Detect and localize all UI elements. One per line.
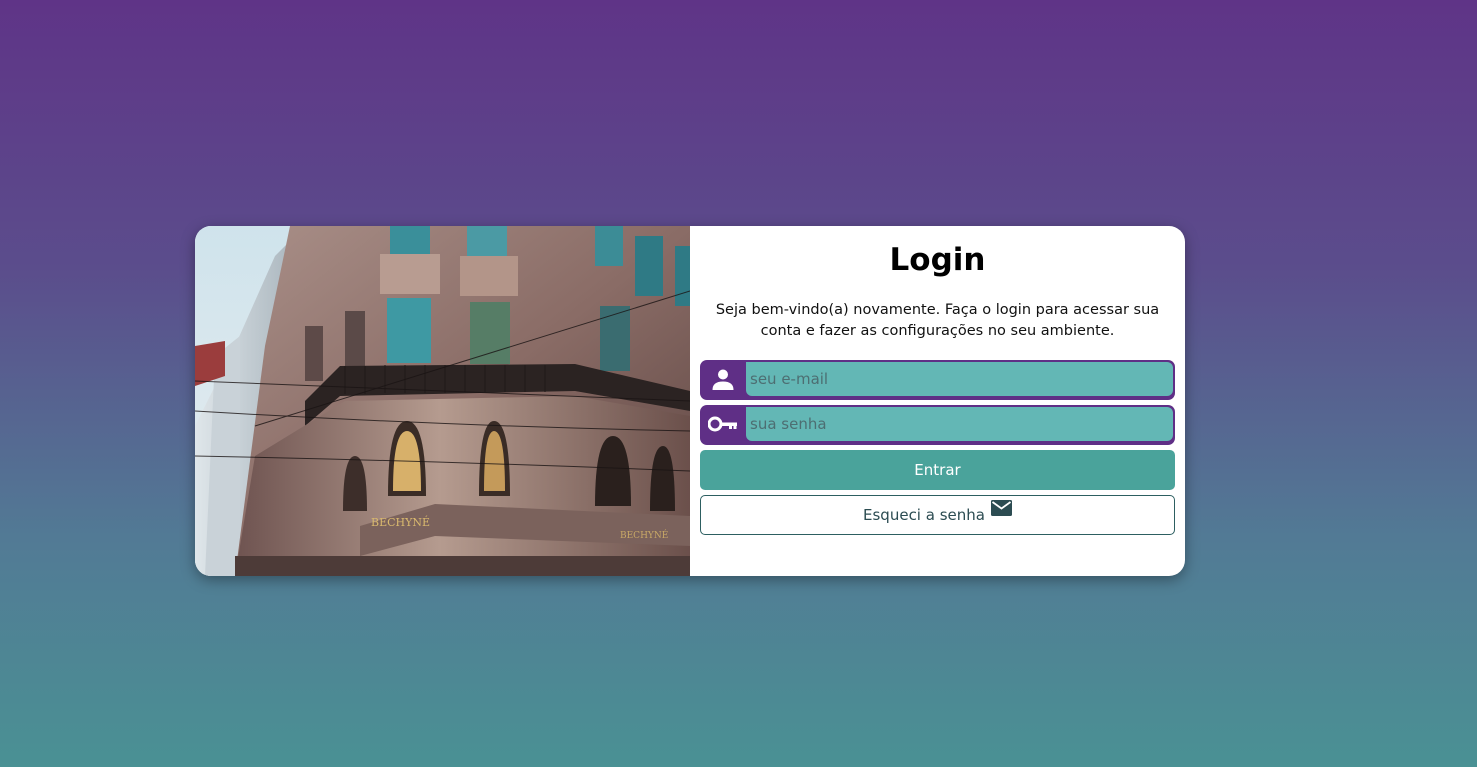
key-icon <box>700 407 746 441</box>
password-input[interactable] <box>746 407 1173 441</box>
mail-icon <box>990 500 1012 520</box>
user-icon <box>700 362 746 396</box>
email-input[interactable] <box>746 362 1173 396</box>
login-title: Login <box>889 242 986 278</box>
login-card: BECHYNÉ BECHYNÉ Login Seja bem-vindo(a) … <box>195 226 1185 576</box>
login-form: Login Seja bem-vindo(a) novamente. Faça … <box>690 226 1185 576</box>
password-field-group <box>700 405 1175 445</box>
forgot-password-label: Esqueci a senha <box>863 506 985 524</box>
email-field-group <box>700 360 1175 400</box>
building-photo: BECHYNÉ BECHYNÉ <box>195 226 690 576</box>
submit-button[interactable]: Entrar <box>700 450 1175 490</box>
forgot-password-button[interactable]: Esqueci a senha <box>700 495 1175 535</box>
login-fields <box>700 360 1175 445</box>
sign-text-2: BECHYNÉ <box>620 529 668 541</box>
login-subtitle: Seja bem-vindo(a) novamente. Faça o logi… <box>715 302 1160 339</box>
sign-text: BECHYNÉ <box>371 515 430 529</box>
